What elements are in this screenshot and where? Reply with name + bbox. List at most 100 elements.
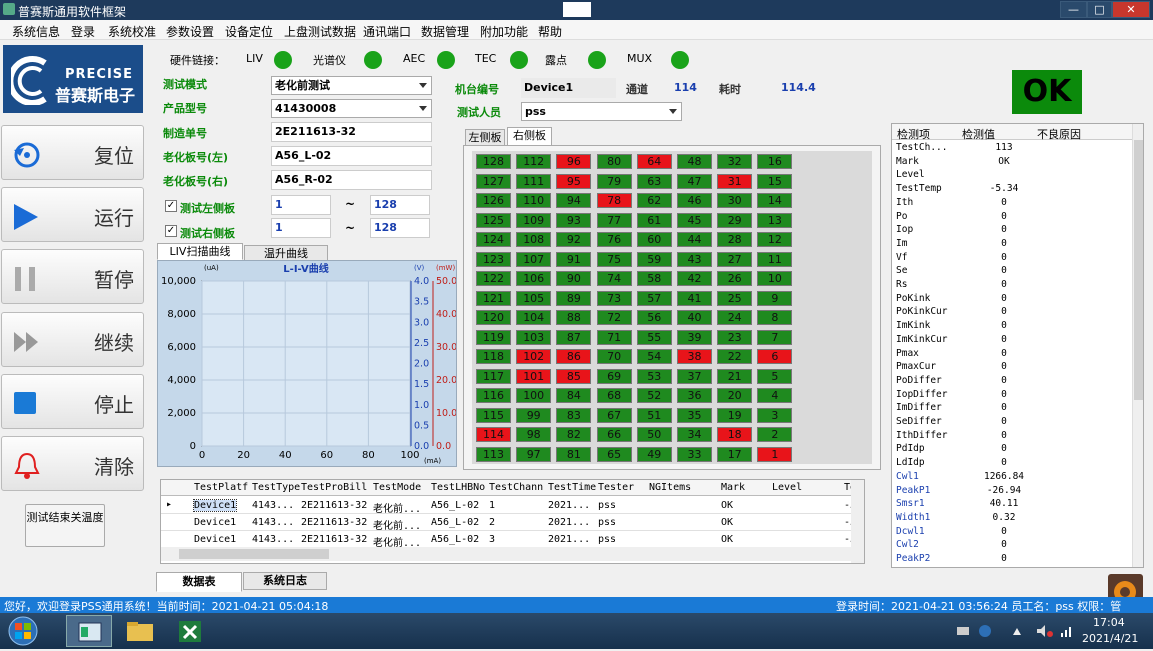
channel-cell[interactable]: 108	[516, 232, 552, 247]
result-row[interactable]: IthDiffer 0	[892, 430, 1132, 444]
grid-header-cell[interactable]: TestPlatf	[194, 482, 248, 493]
channel-cell[interactable]: 126	[476, 193, 511, 208]
result-row[interactable]: ImDiffer 0	[892, 402, 1132, 416]
channel-cell[interactable]: 121	[476, 290, 511, 306]
channel-cell[interactable]: 37	[677, 368, 712, 384]
channel-cell[interactable]: 44	[677, 232, 712, 247]
test-mode-select[interactable]: 老化前测试	[271, 76, 432, 95]
grid-vscrollbar[interactable]	[851, 480, 864, 563]
menu-help[interactable]: 帮助	[538, 23, 562, 40]
channel-cell[interactable]: 5	[757, 368, 793, 384]
channel-cell[interactable]: 76	[596, 232, 632, 247]
channel-cell[interactable]: 103	[516, 329, 552, 345]
grid-header-cell[interactable]: TestType	[252, 482, 300, 493]
channel-cell[interactable]: 41	[677, 290, 712, 306]
tab-liv-curve[interactable]: LIV扫描曲线	[157, 243, 243, 260]
result-row[interactable]: Cwl1 1266.84	[892, 471, 1132, 485]
grid-row[interactable]: Device1 4143... 2E211613-32 老化前... A56_L-02 3…	[161, 531, 864, 549]
channel-cell[interactable]: 90	[556, 271, 592, 286]
channel-cell[interactable]: 119	[476, 329, 511, 345]
result-row[interactable]: TestTemp -5.34	[892, 183, 1132, 197]
maximize-button[interactable]: □	[1087, 1, 1112, 18]
channel-cell[interactable]: 70	[596, 349, 632, 364]
result-scrollbar[interactable]	[1132, 124, 1143, 567]
channel-cell[interactable]: 50	[636, 427, 672, 442]
start-button[interactable]	[3, 615, 43, 647]
channel-cell[interactable]: 97	[516, 446, 552, 462]
menu-upload-data[interactable]: 上盘测试数据	[284, 23, 356, 40]
stop-button[interactable]: 停止	[1, 374, 144, 429]
channel-cell[interactable]: 73	[596, 290, 632, 306]
order-number-input[interactable]: 2E211613-32	[271, 122, 432, 142]
data-grid[interactable]: TestPlatf TestType TestProBill TestMode Test…	[160, 479, 865, 564]
channel-cell[interactable]: 4	[757, 388, 793, 403]
channel-cell[interactable]: 77	[596, 212, 632, 228]
channel-cell[interactable]: 16	[757, 154, 793, 169]
title-search-box[interactable]	[563, 2, 591, 17]
channel-cell[interactable]: 94	[556, 193, 592, 208]
channel-cell[interactable]: 107	[516, 251, 552, 267]
result-row[interactable]: Level	[892, 169, 1132, 183]
channel-cell[interactable]: 86	[556, 349, 592, 364]
channel-cell[interactable]: 6	[757, 349, 793, 364]
result-row[interactable]: Pmax 0	[892, 348, 1132, 362]
run-button[interactable]: 运行	[1, 187, 144, 242]
channel-cell[interactable]: 26	[717, 271, 753, 286]
channel-cell[interactable]: 74	[596, 271, 632, 286]
channel-cell[interactable]: 114	[476, 427, 511, 442]
channel-cell[interactable]: 13	[757, 212, 793, 228]
channel-cell[interactable]: 96	[556, 154, 592, 169]
channel-cell[interactable]: 15	[757, 173, 793, 189]
reset-button[interactable]: 复位	[1, 125, 144, 180]
channel-cell[interactable]: 91	[556, 251, 592, 267]
menu-comm-port[interactable]: 通讯端口	[363, 23, 411, 40]
channel-cell[interactable]: 22	[717, 349, 753, 364]
channel-cell[interactable]: 62	[636, 193, 672, 208]
channel-cell[interactable]: 123	[476, 251, 511, 267]
menu-calibration[interactable]: 系统校准	[108, 23, 156, 40]
channel-cell[interactable]: 19	[717, 407, 753, 423]
result-row[interactable]: Dcwl1 0	[892, 526, 1132, 540]
grid-header-cell[interactable]: Mark	[721, 482, 745, 493]
channel-cell[interactable]: 47	[677, 173, 712, 189]
channel-cell[interactable]: 9	[757, 290, 793, 306]
result-row[interactable]: Po 0	[892, 211, 1132, 225]
channel-cell[interactable]: 87	[556, 329, 592, 345]
channel-cell[interactable]: 84	[556, 388, 592, 403]
channel-cell[interactable]: 61	[636, 212, 672, 228]
channel-cell[interactable]: 104	[516, 310, 552, 325]
channel-cell[interactable]: 14	[757, 193, 793, 208]
menu-login[interactable]: 登录	[71, 23, 95, 40]
channel-cell[interactable]: 29	[717, 212, 753, 228]
result-row[interactable]: PoKink 0	[892, 293, 1132, 307]
channel-cell[interactable]: 71	[596, 329, 632, 345]
channel-cell[interactable]: 3	[757, 407, 793, 423]
channel-cell[interactable]: 49	[636, 446, 672, 462]
channel-cell[interactable]: 83	[556, 407, 592, 423]
grid-hscroll-thumb[interactable]	[179, 549, 329, 559]
test-left-checkbox[interactable]: ✓	[165, 200, 177, 212]
test-left-to-input[interactable]: 128	[370, 195, 430, 215]
result-row[interactable]: Width1 0.32	[892, 512, 1132, 526]
channel-cell[interactable]: 69	[596, 368, 632, 384]
channel-cell[interactable]: 32	[717, 154, 753, 169]
channel-cell[interactable]: 52	[636, 388, 672, 403]
channel-cell[interactable]: 111	[516, 173, 552, 189]
test-right-to-input[interactable]: 128	[370, 218, 430, 238]
grid-header-cell[interactable]: NGItems	[649, 482, 691, 493]
result-row[interactable]: Iop 0	[892, 224, 1132, 238]
channel-cell[interactable]: 28	[717, 232, 753, 247]
channel-cell[interactable]: 43	[677, 251, 712, 267]
channel-cell[interactable]: 98	[516, 427, 552, 442]
channel-cell[interactable]: 100	[516, 388, 552, 403]
result-scroll-thumb[interactable]	[1134, 140, 1143, 400]
board-left-input[interactable]: A56_L-02	[271, 146, 432, 166]
channel-cell[interactable]: 18	[717, 427, 753, 442]
channel-cell[interactable]: 110	[516, 193, 552, 208]
channel-cell[interactable]: 117	[476, 368, 511, 384]
result-row[interactable]: PdIdp 0	[892, 443, 1132, 457]
result-row[interactable]: Vf 0	[892, 252, 1132, 266]
channel-cell[interactable]: 99	[516, 407, 552, 423]
tab-data-table[interactable]: 数据表	[156, 572, 242, 592]
channel-cell[interactable]: 122	[476, 271, 511, 286]
